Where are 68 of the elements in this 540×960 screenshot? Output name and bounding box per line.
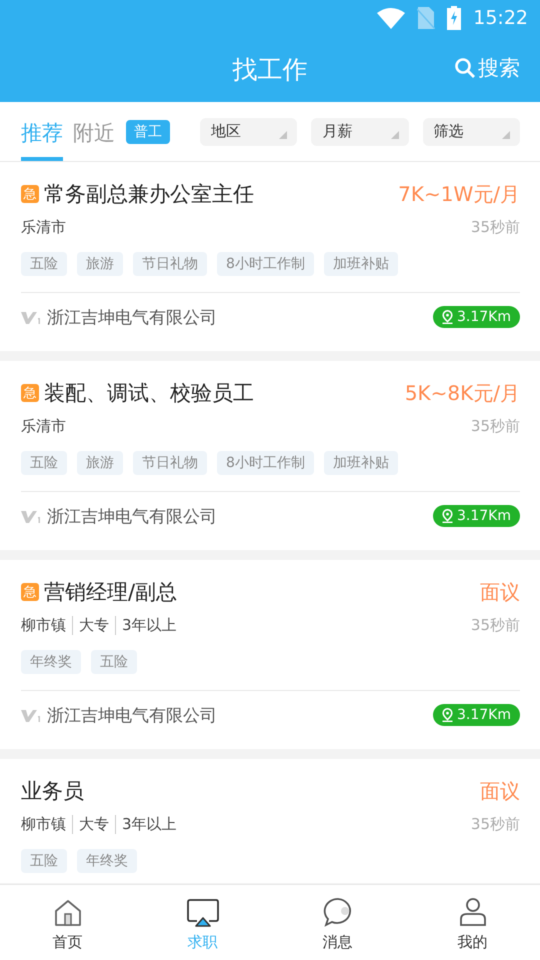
corner-triangle-icon (390, 130, 399, 138)
corner-triangle-icon (502, 130, 510, 138)
no-sim-icon (417, 7, 436, 29)
job-info: 乐清市 (21, 218, 66, 236)
nav-tab[interactable]: 消息 (270, 885, 405, 960)
salary: 面议 (480, 578, 520, 606)
benefit-tag: 节日礼物 (133, 252, 207, 276)
salary: 5K~8K元/月 (404, 380, 520, 406)
screen-icon (186, 899, 218, 927)
benefit-tag: 旅游 (77, 252, 123, 276)
benefit-tag: 五险 (21, 252, 67, 276)
benefit-tag: 年终奖 (77, 849, 137, 873)
verified-mark-icon (21, 309, 41, 325)
search-icon (455, 58, 475, 78)
job-title[interactable]: 业务员 (21, 777, 84, 805)
post-time: 35秒前 (470, 218, 520, 236)
location-pin-icon (442, 310, 453, 324)
filter-dropdown[interactable]: 筛选 (422, 118, 520, 146)
job-info: 3年以上 (115, 814, 177, 834)
home-icon (54, 899, 82, 927)
job-title[interactable]: 常务副总兼办公室主任 (44, 180, 254, 208)
company-name[interactable]: 浙江吉坤电气有限公司 (47, 704, 217, 726)
urgent-badge: 急 (21, 384, 39, 402)
benefit-tag: 加班补贴 (324, 252, 398, 276)
nav-tab[interactable]: 我的 (405, 885, 540, 960)
post-time: 35秒前 (470, 616, 520, 634)
company-name[interactable]: 浙江吉坤电气有限公司 (47, 504, 217, 528)
benefit-tag: 五险 (21, 849, 67, 873)
salary: 7K~1W元/月 (398, 180, 520, 208)
verified-mark-icon (21, 707, 41, 723)
verified-mark-icon (21, 508, 41, 524)
benefit-tag: 旅游 (77, 451, 123, 475)
benefit-tag: 8小时工作制 (217, 451, 314, 475)
distance-badge: 3.17Km (433, 505, 520, 527)
location-pin-icon (442, 708, 453, 722)
benefit-tag: 加班补贴 (324, 451, 398, 475)
person-icon (458, 897, 486, 927)
wifi-icon (377, 7, 406, 29)
chat-bubble-icon (322, 897, 352, 927)
page-title: 找工作 (232, 54, 308, 86)
job-title[interactable]: 营销经理/副总 (44, 578, 178, 606)
job-info: 乐清市 (21, 416, 66, 436)
job-info: 大专 (72, 814, 109, 834)
clock-time: 15:22 (473, 7, 528, 29)
location-pin-icon (442, 509, 453, 523)
nav-tab[interactable]: 首页 (0, 885, 135, 960)
urgent-badge: 急 (21, 583, 39, 601)
job-title[interactable]: 装配、调试、校验员工 (44, 379, 254, 407)
job-info: 柳市镇 (21, 616, 66, 634)
job-info: 大专 (72, 616, 109, 634)
post-time: 35秒前 (470, 814, 520, 834)
benefit-tag: 8小时工作制 (217, 252, 314, 276)
benefit-tag: 五险 (21, 451, 67, 475)
salary: 面议 (480, 778, 520, 804)
distance-badge: 3.17Km (433, 306, 520, 328)
corner-triangle-icon (279, 130, 288, 138)
benefit-tag: 五险 (91, 650, 137, 674)
filter-dropdown[interactable]: 地区 (200, 118, 298, 146)
charging-battery-icon (447, 6, 462, 30)
job-info: 柳市镇 (21, 814, 66, 834)
benefit-tag: 节日礼物 (133, 451, 207, 475)
filter-dropdown[interactable]: 月薪 (311, 118, 409, 146)
distance-badge: 3.17Km (433, 704, 520, 726)
company-name[interactable]: 浙江吉坤电气有限公司 (47, 306, 217, 328)
urgent-badge: 急 (21, 185, 39, 203)
post-time: 35秒前 (470, 416, 520, 436)
benefit-tag: 年终奖 (21, 650, 81, 674)
job-info: 3年以上 (115, 616, 177, 634)
